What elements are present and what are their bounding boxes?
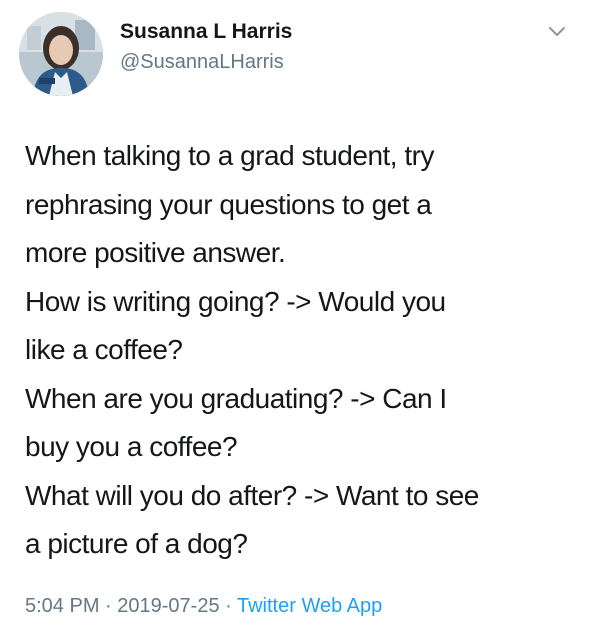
tweet-line: buy you a coffee? (25, 431, 238, 462)
tweet-line: When talking to a grad student, try (25, 140, 434, 171)
tweet-time[interactable]: 5:04 PM (25, 595, 99, 617)
meta-separator: · (99, 595, 118, 617)
tweet-date[interactable]: 2019-07-25 (117, 595, 219, 617)
tweet-line: a picture of a dog? (25, 528, 248, 559)
chevron-down-icon[interactable] (548, 26, 566, 38)
tweet-line: When are you graduating? -> Can I (25, 382, 447, 414)
tweet-card: Susanna L Harris @SusannaLHarris When ta… (0, 0, 591, 640)
display-name[interactable]: Susanna L Harris (120, 19, 292, 45)
tweet-text: When talking to a grad student, try reph… (25, 132, 570, 569)
user-handle[interactable]: @SusannaLHarris (120, 49, 292, 75)
tweet-line: How is writing going? -> Would you (25, 285, 446, 317)
tweet-meta: 5:04 PM · 2019-07-25 · Twitter Web App (25, 593, 382, 619)
meta-separator: · (219, 595, 237, 617)
user-block[interactable]: Susanna L Harris @SusannaLHarris (120, 19, 292, 75)
avatar-image (19, 12, 103, 96)
tweet-line: rephrasing your questions to get a (25, 188, 432, 220)
avatar[interactable] (19, 12, 103, 96)
tweet-source-link[interactable]: Twitter Web App (237, 595, 382, 617)
tweet-line: like a coffee? (25, 334, 183, 365)
tweet-line: What will you do after? -> Want to see (25, 479, 479, 511)
tweet-line: more positive answer. (25, 237, 286, 268)
